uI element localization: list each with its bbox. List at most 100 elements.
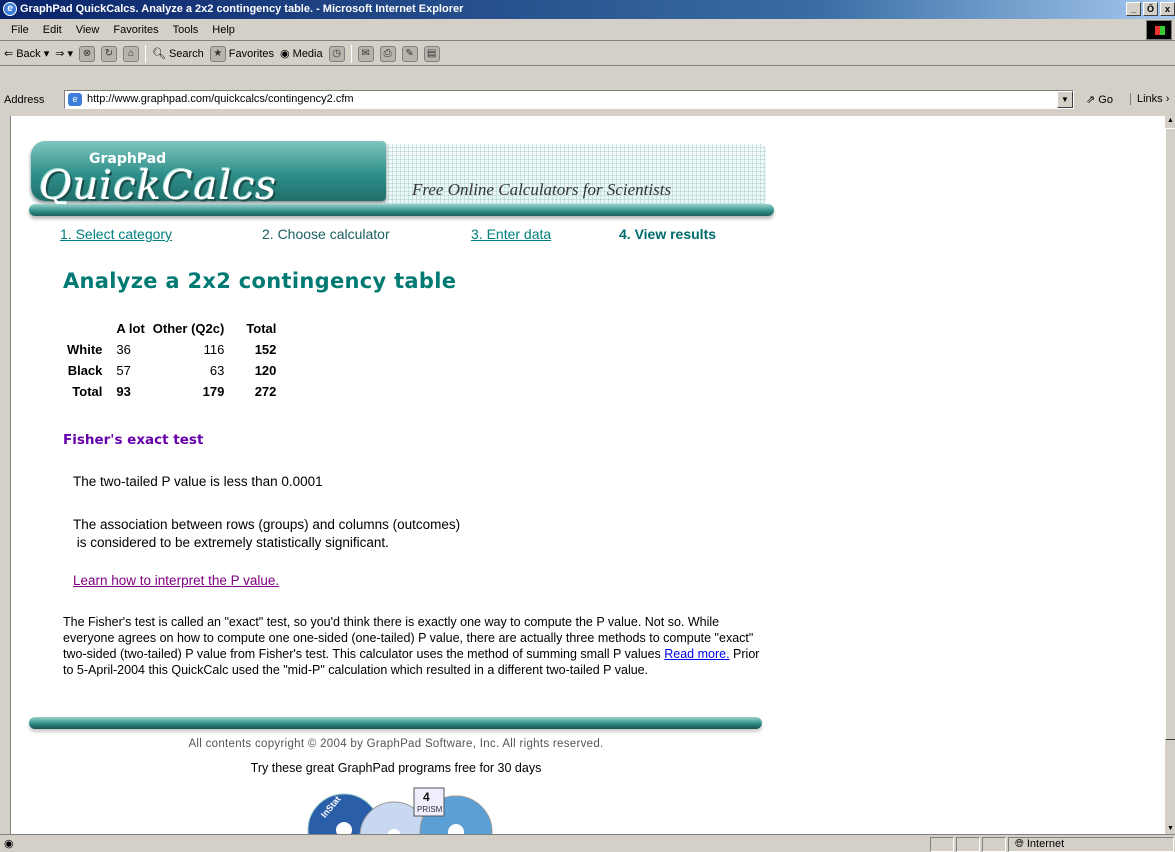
read-more-link[interactable]: Read more.: [664, 647, 729, 661]
row-label: White: [67, 342, 103, 357]
table-cell: 57: [116, 363, 131, 378]
mail-icon[interactable]: ✉: [357, 45, 374, 62]
menu-favorites[interactable]: Favorites: [106, 24, 165, 36]
menu-edit[interactable]: Edit: [36, 24, 69, 36]
restore-button[interactable]: Ő: [1143, 2, 1158, 16]
go-button[interactable]: ⇗ Go: [1086, 93, 1113, 106]
search-button[interactable]: 🔍︎ Search: [151, 47, 204, 61]
page-viewport: GraphPad QuickCalcs Free Online Calculat…: [10, 116, 1164, 834]
interpret-pvalue-link[interactable]: Learn how to interpret the P value.: [73, 573, 279, 588]
table-cell: 272: [254, 384, 277, 399]
column-header: Other (Q2c): [152, 321, 225, 336]
banner-tagline: Free Online Calculators for Scientists: [412, 180, 672, 199]
page-title: Analyze a 2x2 contingency table: [63, 269, 457, 293]
table-cell: 179: [202, 384, 225, 399]
table-cell: 152: [254, 342, 277, 357]
title-bar: e GraphPad QuickCalcs. Analyze a 2x2 con…: [0, 0, 1175, 19]
stop-icon[interactable]: ⊗: [78, 45, 95, 62]
step-view-results: 4. View results: [619, 226, 717, 242]
menu-file[interactable]: File: [4, 24, 36, 36]
table-row: White 36 116 152: [63, 339, 280, 360]
links-button[interactable]: Links ›: [1130, 93, 1169, 105]
contingency-table: A lot Other (Q2c) Total White 36 116 152…: [63, 318, 280, 402]
go-arrow-icon: ⇗: [1086, 94, 1096, 106]
row-label: Total: [72, 384, 103, 399]
forward-arrow-icon: ⇒: [55, 48, 65, 60]
toolbar: ⇐ Back ▾ ⇒ ▾ ⊗ ↻ ⌂ 🔍︎ Search ★ Favorites ◉ Med…: [0, 42, 1175, 66]
vertical-scrollbar[interactable]: ▲ ▼: [1164, 116, 1175, 834]
table-cell: 36: [116, 342, 131, 357]
media-icon: ◉: [280, 48, 290, 60]
column-header: Total: [246, 321, 277, 336]
internet-zone-icon: 🌐︎: [1015, 838, 1024, 850]
column-header: A lot: [116, 321, 145, 336]
pvalue-text: The two-tailed P value is less than 0.00…: [73, 474, 323, 489]
page-icon: e: [68, 93, 82, 106]
table-cell: 116: [203, 342, 225, 357]
close-button[interactable]: x: [1160, 2, 1175, 16]
fisher-heading: Fisher's exact test: [63, 432, 204, 448]
favorites-button[interactable]: ★ Favorites: [209, 45, 274, 62]
row-label: Black: [67, 363, 103, 378]
footer-divider: [29, 717, 762, 729]
ie-icon: e: [3, 2, 17, 16]
quickcalcs-logo[interactable]: GraphPad QuickCalcs: [31, 141, 386, 209]
step-enter-data[interactable]: 3. Enter data: [471, 226, 551, 242]
address-dropdown-icon[interactable]: ▼: [1057, 91, 1073, 108]
back-dropdown-icon[interactable]: ▾: [44, 47, 50, 60]
table-cell: 120: [254, 363, 277, 378]
cd-label-prism: PRISM: [417, 805, 443, 814]
trial-text: Try these great GraphPad programs free f…: [250, 761, 542, 775]
status-cell: [930, 837, 954, 852]
table-row: Total 93 179 272: [63, 381, 280, 402]
step-choose-calculator: 2. Choose calculator: [262, 226, 390, 242]
back-arrow-icon: ⇐: [4, 48, 14, 60]
back-button[interactable]: ⇐ Back ▾: [4, 47, 50, 61]
home-icon[interactable]: ⌂: [122, 45, 139, 62]
status-cell: [956, 837, 980, 852]
copyright-text: All contents copyright © 2004 by GraphPa…: [188, 738, 604, 750]
cd-label-version: 4: [423, 790, 430, 804]
table-cell: 93: [116, 384, 131, 399]
scroll-up-icon[interactable]: ▲: [1165, 116, 1175, 126]
browser-window: e GraphPad QuickCalcs. Analyze a 2x2 con…: [0, 0, 1175, 852]
association-text: The association between rows (groups) an…: [73, 517, 461, 550]
logo-product: QuickCalcs: [39, 163, 278, 209]
favorites-icon: ★: [209, 45, 226, 62]
address-label: Address: [4, 94, 45, 106]
toolbar-separator: [144, 44, 146, 63]
minimize-button[interactable]: _: [1126, 2, 1141, 16]
table-row: Black 57 63 120: [63, 360, 280, 381]
history-icon[interactable]: ◷: [328, 45, 345, 62]
print-icon[interactable]: ⎙: [379, 45, 396, 62]
status-cell: [982, 837, 1006, 852]
media-button[interactable]: ◉ Media: [280, 47, 323, 61]
step-select-category[interactable]: 1. Select category: [60, 226, 172, 242]
search-icon: 🔍︎: [151, 48, 166, 60]
scroll-thumb[interactable]: [1165, 128, 1175, 740]
menu-bar: File Edit View Favorites Tools Help: [0, 19, 1175, 41]
address-input[interactable]: e http://www.graphpad.com/quickcalcs/con…: [64, 90, 1074, 109]
address-bar: Address e http://www.graphpad.com/quickc…: [0, 88, 1175, 112]
scroll-down-icon[interactable]: ▼: [1165, 824, 1175, 834]
refresh-icon[interactable]: ↻: [100, 45, 117, 62]
status-bar: ◉ 🌐︎ Internet: [0, 834, 1175, 852]
product-cds-image[interactable]: InStat 4 PRISM: [306, 784, 506, 834]
fisher-note: The Fisher's test is called an "exact" t…: [63, 614, 763, 678]
menu-tools[interactable]: Tools: [166, 24, 206, 36]
forward-dropdown-icon[interactable]: ▾: [67, 47, 73, 60]
table-header-row: A lot Other (Q2c) Total: [63, 318, 280, 339]
toolbar-separator: [350, 44, 352, 63]
menu-help[interactable]: Help: [205, 24, 242, 36]
address-url: http://www.graphpad.com/quickcalcs/conti…: [87, 93, 354, 105]
quickcalcs-banner: GraphPad QuickCalcs Free Online Calculat…: [29, 134, 774, 220]
banner-bar: [29, 204, 774, 216]
status-zone: 🌐︎ Internet: [1008, 837, 1174, 852]
edit-icon[interactable]: ✎: [401, 45, 418, 62]
discuss-icon[interactable]: ▤: [423, 45, 440, 62]
forward-button[interactable]: ⇒ ▾: [55, 47, 73, 60]
windows-logo-icon: [1146, 20, 1172, 40]
window-title: GraphPad QuickCalcs. Analyze a 2x2 conti…: [20, 3, 464, 15]
menu-view[interactable]: View: [69, 24, 107, 36]
window-controls: _ Ő x: [1126, 2, 1175, 16]
